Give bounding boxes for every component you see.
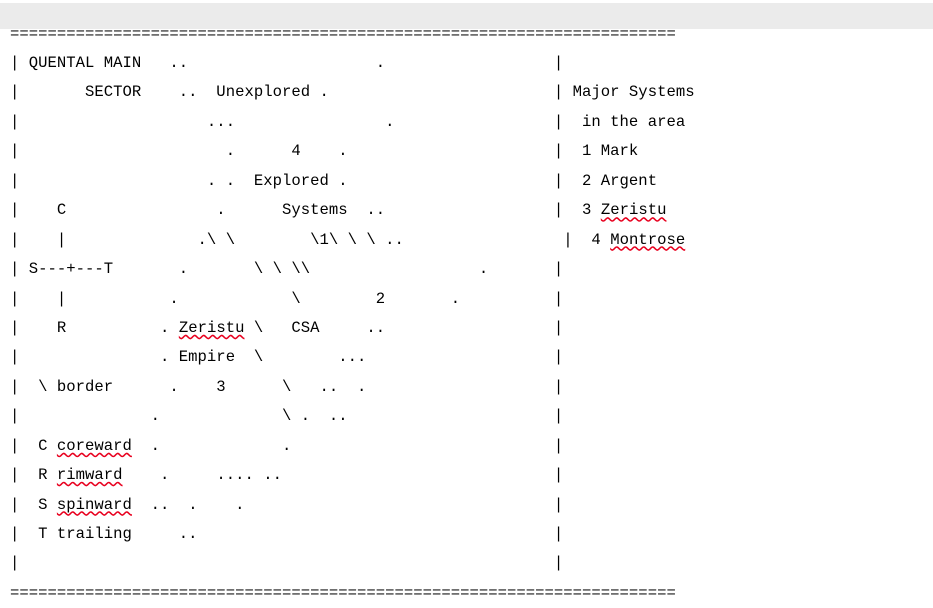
map-row-6-prefix: | C . Systems .. | 3 — [10, 201, 601, 220]
legend-row-coreward-prefix: | C — [10, 436, 57, 455]
sidebar-system-name-zeristu: Zeristu — [600, 201, 667, 220]
legend-row-rimward: | R rimward . .... .. | — [10, 461, 695, 490]
map-row-3: | ... . | in the area — [10, 112, 686, 131]
map-row-13: | . \ . .. | — [10, 407, 564, 426]
legend-row-rimward-prefix: | R — [10, 466, 57, 485]
legend-row-spinward-prefix: | S — [10, 495, 57, 514]
map-row-12: | \ border . 3 \ .. . | — [10, 377, 564, 396]
legend-row-coreward: | C coreward . . | — [10, 432, 695, 461]
map-row-1: | QUENTAL MAIN .. . | — [10, 54, 564, 73]
map-row-10-prefix: | R . — [10, 318, 179, 337]
top-border-rule: ========================================… — [10, 24, 676, 43]
legend-label-coreward: coreward — [56, 436, 132, 455]
map-row-6: | C . Systems .. | 3 Zeristu — [10, 196, 695, 225]
legend-row-rimward-suffix: . .... .. | — [122, 466, 564, 485]
map-row-7-prefix: | | .\ \ \1\ \ \ .. | 4 — [10, 230, 611, 249]
map-row-18: | | — [10, 554, 564, 573]
legend-row-spinward-suffix: .. . . | — [131, 495, 564, 514]
legend-label-rimward: rimward — [56, 466, 123, 485]
legend-label-spinward: spinward — [56, 495, 132, 514]
map-row-10-suffix: \ CSA .. | — [244, 318, 564, 337]
map-row-4: | . 4 . | 1 Mark — [10, 142, 639, 161]
legend-row-coreward-suffix: . . | — [131, 436, 564, 455]
sidebar-system-name-montrose: Montrose — [610, 230, 686, 249]
legend-row-spinward: | S spinward .. . . | — [10, 491, 695, 520]
map-row-9: | | . \ 2 . | — [10, 289, 564, 308]
map-row-10: | R . Zeristu \ CSA .. | — [10, 314, 695, 343]
bottom-border-rule: ========================================… — [10, 583, 676, 602]
ascii-art-canvas: ========================================… — [10, 20, 695, 608]
map-row-2: | SECTOR .. Unexplored . | Major Systems — [10, 83, 695, 102]
legend-row-trailing: | T trailing .. | — [10, 525, 564, 544]
map-row-8: | S---+---T . \ \ \\ . | — [10, 260, 564, 279]
map-row-11: | . Empire \ ... | — [10, 348, 564, 367]
map-row-5: | . . Explored . | 2 Argent — [10, 171, 658, 190]
ascii-map-document: ========================================… — [0, 0, 933, 602]
map-row-7: | | .\ \ \1\ \ \ .. | 4 Montrose — [10, 226, 695, 255]
map-label-zeristu: Zeristu — [178, 318, 245, 337]
